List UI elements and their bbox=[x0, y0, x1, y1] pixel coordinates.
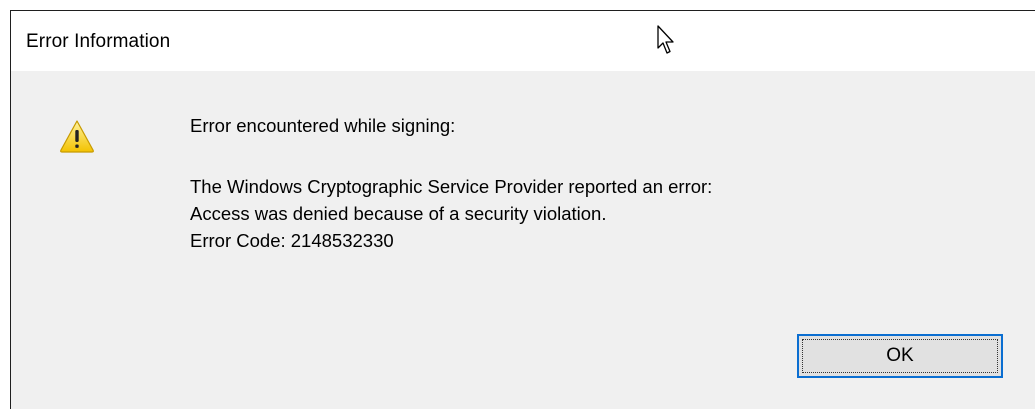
dialog-titlebar[interactable]: Error Information bbox=[11, 11, 1035, 71]
dialog-title: Error Information bbox=[26, 31, 171, 52]
ok-button-label: OK bbox=[886, 345, 914, 366]
error-dialog: Error Information Error encountered whil… bbox=[10, 10, 1035, 409]
dialog-body: Error encountered while signing: The Win… bbox=[11, 71, 1035, 409]
error-message-line: The Windows Cryptographic Service Provid… bbox=[190, 176, 713, 197]
error-heading: Error encountered while signing: bbox=[190, 115, 456, 136]
mouse-cursor-icon bbox=[657, 25, 674, 54]
ok-button[interactable]: OK bbox=[797, 334, 1003, 378]
error-code: Error Code: 2148532330 bbox=[190, 230, 394, 251]
error-message-line: Access was denied because of a security … bbox=[190, 203, 607, 224]
warning-icon bbox=[60, 120, 94, 153]
